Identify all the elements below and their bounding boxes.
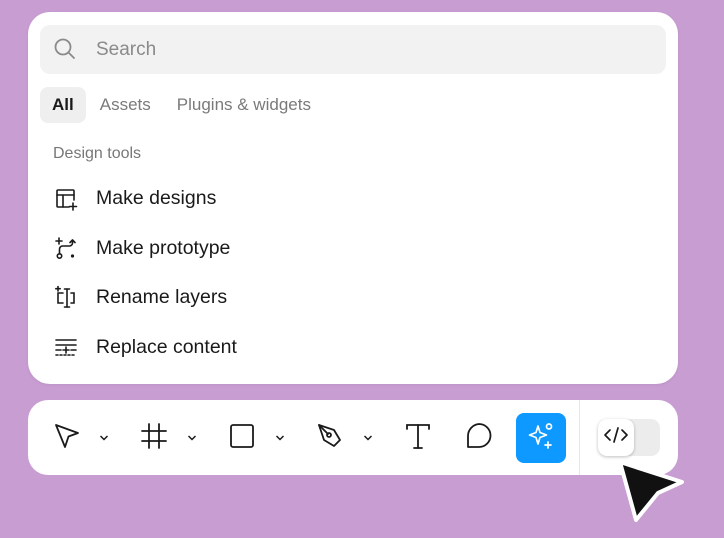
sparkle-icon [526, 421, 556, 456]
comment-tool-button[interactable] [454, 413, 504, 463]
list-item-label: Replace content [96, 335, 237, 358]
list-item-make-designs[interactable]: Make designs [42, 174, 662, 224]
pen-icon [315, 421, 345, 456]
chevron-down-icon [275, 429, 285, 447]
rename-layers-icon [42, 273, 90, 322]
list-item-label: Rename layers [96, 286, 228, 309]
list-item-rename-layers[interactable]: Rename layers [42, 273, 662, 323]
search-input[interactable] [96, 25, 636, 74]
section-title: Design tools [53, 145, 142, 162]
list-item-replace-content[interactable]: Replace content [42, 323, 662, 373]
frame-tool-button[interactable] [129, 413, 179, 463]
ai-tool-button[interactable] [516, 413, 566, 463]
frame-icon [139, 421, 169, 456]
list-item-label: Make designs [96, 187, 217, 210]
tab-all[interactable]: All [40, 87, 86, 123]
text-tool-button[interactable] [393, 413, 443, 463]
move-tool-dropdown[interactable] [96, 428, 112, 448]
replace-content-icon [42, 323, 90, 372]
tab-assets[interactable]: Assets [88, 87, 163, 123]
mouse-pointer-icon [612, 456, 688, 526]
frame-tool-dropdown[interactable] [184, 428, 200, 448]
search-bar[interactable] [40, 25, 666, 74]
rectangle-icon [227, 421, 257, 456]
layout-plus-icon [42, 174, 90, 223]
cursor-arrow-icon [52, 421, 82, 456]
chevron-down-icon [99, 429, 109, 447]
chevron-down-icon [363, 429, 373, 447]
toolbar-divider [579, 400, 580, 475]
chevron-down-icon [187, 429, 197, 447]
text-icon [403, 421, 433, 456]
code-icon [603, 425, 629, 450]
shape-tool-button[interactable] [217, 413, 267, 463]
dev-mode-toggle[interactable] [598, 419, 660, 456]
tab-plugins-widgets[interactable]: Plugins & widgets [165, 87, 323, 123]
prototype-icon [42, 224, 90, 273]
list-item-label: Make prototype [96, 236, 231, 259]
search-icon [53, 37, 77, 61]
pen-tool-button[interactable] [305, 413, 355, 463]
bottom-toolbar [28, 400, 678, 475]
move-tool-button[interactable] [42, 413, 92, 463]
shape-tool-dropdown[interactable] [272, 428, 288, 448]
actions-panel: All Assets Plugins & widgets Design tool… [28, 12, 678, 384]
pen-tool-dropdown[interactable] [360, 428, 376, 448]
list-item-make-prototype[interactable]: Make prototype [42, 224, 662, 274]
design-tools-list: Make designs Make prototype Rename layer… [42, 174, 662, 372]
tab-bar: All Assets Plugins & widgets [40, 87, 325, 123]
dev-mode-knob[interactable] [598, 419, 634, 456]
comment-icon [464, 421, 494, 456]
